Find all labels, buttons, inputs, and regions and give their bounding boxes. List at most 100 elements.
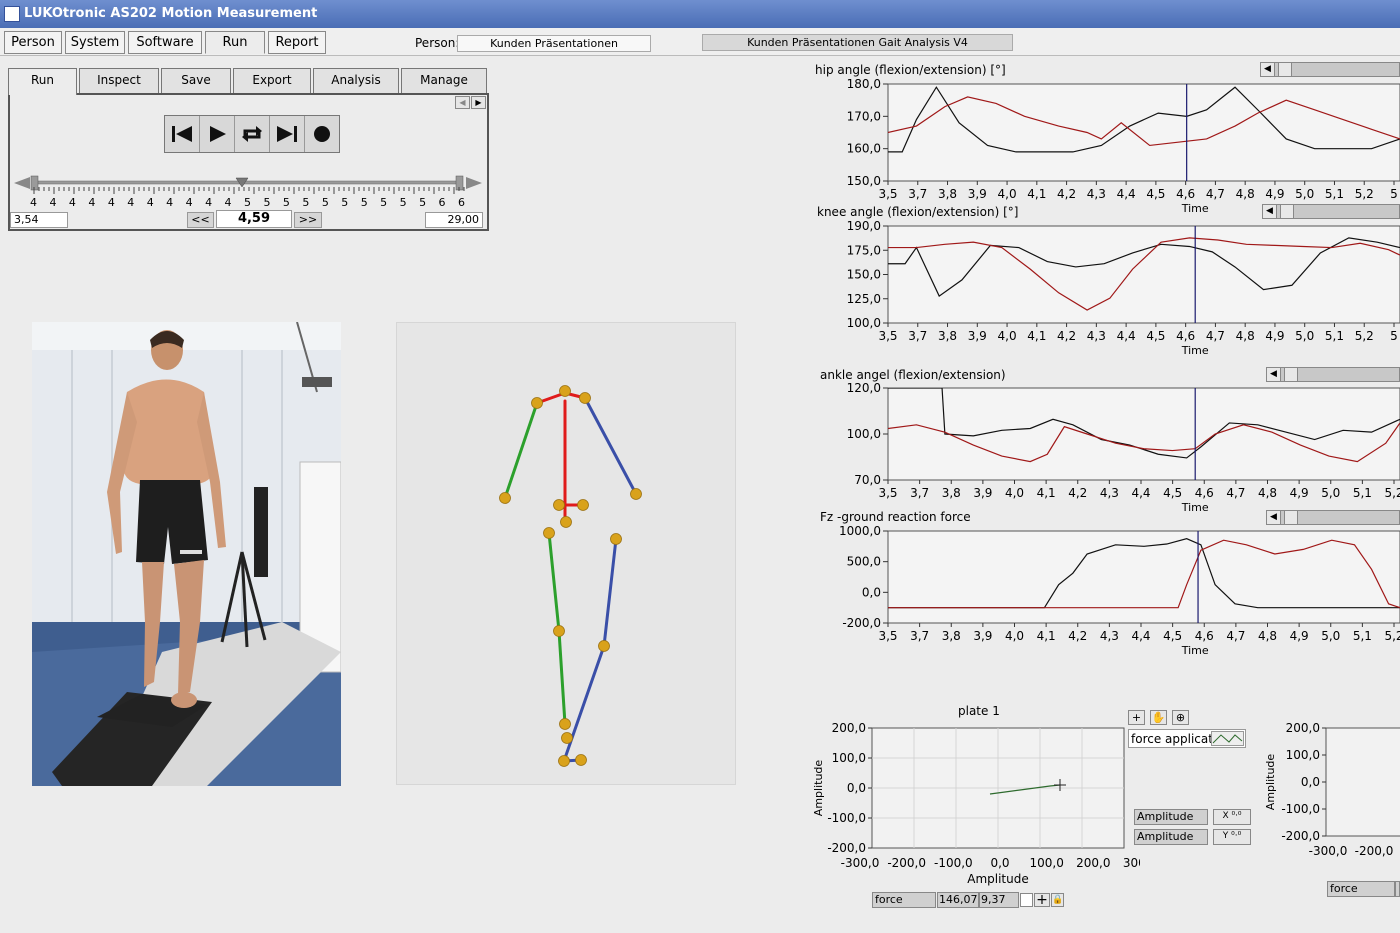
skip-start-icon[interactable]: [165, 116, 200, 152]
x-tick-label: 4,6: [1195, 486, 1214, 500]
cursor-name-field[interactable]: force: [872, 892, 936, 908]
knee-angle-chart[interactable]: 190,0 175,0 150,0 125,0 100,03,5 3,7 3,8 3,9 4,0…: [820, 220, 1400, 365]
skip-end-icon[interactable]: [270, 116, 305, 152]
x-tick-label: 5,1: [1353, 629, 1372, 643]
x-tick-label: 3,5: [878, 187, 897, 201]
plate-xy-plot[interactable]: 200,0100,00,0-100,0-200,0-300,0 -200,0 -10…: [810, 722, 1140, 894]
timeline-label: 6: [458, 196, 465, 209]
x-tick-label: 5: [1390, 187, 1398, 201]
x-tick-label: 4,5: [1163, 486, 1182, 500]
y-tick-label: 500,0: [847, 555, 881, 569]
x-tick-label: 3,9: [973, 486, 992, 500]
ground-reaction-force-chart[interactable]: 1000,0 500,0 0,0 -200,03,5 3,7 3,8 3,9 4,0 4,1 4,…: [820, 525, 1400, 665]
x-tick-label: 5,2: [1384, 629, 1400, 643]
timeline-label: 4: [30, 196, 37, 209]
x-tick-label: 4,6: [1195, 629, 1214, 643]
x-tick-label: 4,1: [1027, 187, 1046, 201]
plot-legend[interactable]: force applicatio: [1128, 729, 1246, 748]
timeline-label: 4: [49, 196, 57, 209]
y-tick-label: 100,0: [1286, 748, 1320, 762]
cursor-crosshair-icon[interactable]: +: [1034, 893, 1050, 907]
y-tick-label: 160,0: [847, 142, 881, 156]
zoom-icon[interactable]: ⊕: [1172, 710, 1189, 725]
x-axis-format-icon[interactable]: X ⁰·⁰: [1213, 809, 1251, 825]
next-page-icon[interactable]: ▶: [471, 96, 486, 109]
x-tick-label: 4,0: [998, 329, 1017, 343]
plot-area: [887, 530, 1400, 624]
timeline-label: 4: [205, 196, 213, 209]
next-button[interactable]: >>: [294, 212, 322, 228]
y-tick-label: 0,0: [1301, 775, 1320, 789]
x-tick-label: 4,4: [1117, 187, 1136, 201]
menu-tab-run[interactable]: Run: [205, 31, 265, 54]
tab-run[interactable]: Run: [8, 68, 77, 95]
x-tick-label: 4,7: [1206, 329, 1225, 343]
x-tick-label: 5,1: [1325, 329, 1344, 343]
y-axis-format-icon[interactable]: Y ⁰·⁰: [1213, 829, 1251, 845]
prev-button[interactable]: <<: [187, 212, 214, 228]
y-tick-label: 1000,0: [839, 525, 881, 538]
person-field[interactable]: Kunden Präsentationen: [457, 35, 651, 52]
tab-save[interactable]: Save: [161, 68, 231, 93]
tab-manage[interactable]: Manage: [401, 68, 487, 93]
timeline-label: 5: [399, 196, 407, 209]
x-tick-label: 4,9: [1290, 486, 1309, 500]
y-axis-scale-button[interactable]: Amplitude: [1134, 829, 1208, 845]
timeline-label: 4: [107, 196, 115, 209]
y-tick-label: 190,0: [847, 220, 881, 233]
timeline-label: 5: [321, 196, 329, 209]
x-axis-scale-button[interactable]: Amplitude: [1134, 809, 1208, 825]
x-tick-label: 5: [1390, 329, 1398, 343]
transport-controls: [164, 115, 340, 153]
prev-page-icon[interactable]: ◀: [455, 96, 470, 109]
y-tick-label: 0,0: [847, 781, 866, 795]
cursor-name-field-2[interactable]: force: [1327, 881, 1395, 897]
end-time-field[interactable]: 29,00: [425, 212, 483, 228]
loop-icon[interactable]: [235, 116, 270, 152]
cursor-lock-icon[interactable]: 🔒: [1051, 893, 1064, 907]
x-tick-label: -200,0: [887, 856, 926, 870]
x-tick-label: 4,3: [1087, 329, 1106, 343]
start-time-field[interactable]: 3,54: [10, 212, 68, 228]
ankle-chart-scrollbar[interactable]: ◀: [1266, 367, 1400, 382]
x-tick-label: 5,1: [1325, 187, 1344, 201]
record-icon[interactable]: [305, 116, 339, 152]
timeline-label: 4: [68, 196, 76, 209]
hip-angle-chart[interactable]: 180,0 170,0 160,0 150,03,5 3,7 3,8 3,9 4,0 4,1 4,…: [820, 78, 1400, 223]
tab-inspect[interactable]: Inspect: [79, 68, 159, 93]
pan-hand-icon[interactable]: ✋: [1150, 710, 1167, 725]
x-tick-label: 4,2: [1068, 629, 1087, 643]
window-title: LUKOtronic AS202 Motion Measurement: [24, 6, 318, 21]
cursor-color-swatch[interactable]: [1020, 893, 1033, 907]
y-tick-label: 100,0: [847, 316, 881, 330]
plate-xy-plot-2[interactable]: 200,0100,00,0-100,0-200,0-300,0 -200,0Amp…: [1262, 722, 1400, 862]
menu-tab-system[interactable]: System: [65, 31, 125, 54]
x-tick-label: 5,2: [1355, 187, 1374, 201]
x-tick-label: 4,0: [1005, 629, 1024, 643]
tab-export[interactable]: Export: [233, 68, 311, 93]
timeline-label: 5: [341, 196, 349, 209]
x-tick-label: 3,7: [908, 187, 927, 201]
x-tick-label: 4,7: [1226, 629, 1245, 643]
tab-analysis[interactable]: Analysis: [313, 68, 399, 93]
menu-tab-software[interactable]: Software: [128, 31, 202, 54]
play-icon[interactable]: [200, 116, 235, 152]
y-tick-label: 200,0: [832, 722, 866, 735]
project-field[interactable]: Kunden Präsentationen Gait Analysis V4: [702, 34, 1013, 51]
x-tick-label: 3,8: [942, 486, 961, 500]
x-tick-label: -100,0: [934, 856, 973, 870]
x-tick-label: 200,0: [1076, 856, 1110, 870]
hip-chart-scrollbar[interactable]: ◀: [1260, 62, 1400, 77]
x-tick-label: 4,6: [1176, 187, 1195, 201]
menu-tab-person[interactable]: Person: [4, 31, 62, 54]
x-tick-label: 4,8: [1236, 329, 1255, 343]
menu-tab-report[interactable]: Report: [268, 31, 326, 54]
x-tick-label: 4,6: [1176, 329, 1195, 343]
x-tick-label: 4,9: [1290, 629, 1309, 643]
x-tick-label: 5,0: [1321, 486, 1340, 500]
timeline-label: 5: [244, 196, 251, 209]
y-tick-label: 70,0: [854, 473, 881, 487]
current-time-field[interactable]: 4,59: [216, 210, 292, 228]
x-axis-label: Time: [1181, 202, 1209, 215]
ankle-angle-chart[interactable]: 120,0 100,0 70,03,5 3,7 3,8 3,9 4,0 4,1 4,2 4,3 4,…: [820, 382, 1400, 522]
